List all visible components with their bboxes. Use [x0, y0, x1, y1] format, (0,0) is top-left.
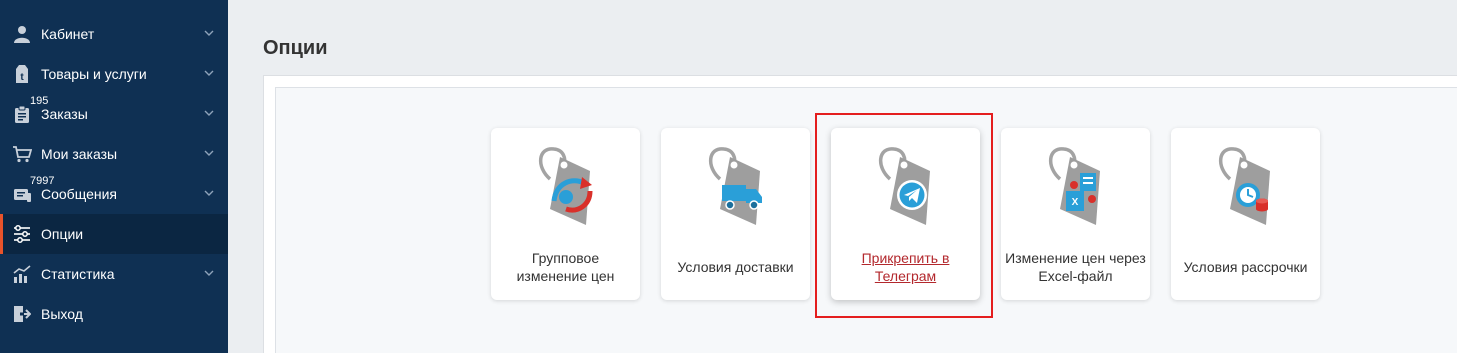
orders-clipboard-icon	[12, 104, 32, 124]
sidebar-item-label: Статистика	[41, 266, 115, 282]
sidebar-item-label: Товары и услуги	[41, 66, 147, 82]
selection-highlight	[815, 113, 993, 318]
sidebar-item-cabinet[interactable]: Кабинет	[0, 14, 228, 54]
card-label: Изменение цен через Excel-файл	[1005, 250, 1146, 284]
option-card-group-price-change[interactable]: Групповое изменение цен	[491, 128, 640, 300]
sidebar-item-label: Опции	[41, 226, 84, 242]
sidebar-item-messages[interactable]: 7997 Сообщения	[0, 174, 228, 214]
installment-icon	[1219, 147, 1270, 225]
chevron-down-icon	[204, 70, 214, 76]
sidebar-item-label: Сообщения	[41, 186, 117, 202]
option-card-installment-terms[interactable]: Условия рассрочки	[1171, 128, 1320, 300]
sidebar-item-logout[interactable]: Выход	[0, 294, 228, 334]
sidebar-item-my-orders[interactable]: Мои заказы	[0, 134, 228, 174]
group-price-change-icon	[539, 147, 593, 225]
card-label: Условия доставки	[677, 259, 794, 275]
sidebar: Кабинет t Товары и услуги 195 Заказы Мои…	[0, 0, 228, 353]
sidebar-item-label: Заказы	[41, 106, 88, 122]
chevron-down-icon	[204, 190, 214, 196]
sidebar-item-statistics[interactable]: Статистика	[0, 254, 228, 294]
sidebar-item-label: Мои заказы	[41, 146, 118, 162]
products-tag-icon: t	[12, 64, 32, 84]
card-label: Условия рассрочки	[1183, 259, 1308, 275]
sidebar-item-products[interactable]: t Товары и услуги	[0, 54, 228, 94]
sidebar-item-label: Выход	[41, 306, 83, 322]
user-icon	[12, 24, 32, 44]
chevron-down-icon	[204, 30, 214, 36]
delivery-truck-icon	[709, 147, 762, 225]
sidebar-item-orders[interactable]: 195 Заказы	[0, 94, 228, 134]
chevron-down-icon	[204, 270, 214, 276]
option-card-excel-price-change[interactable]: X Изменение цен через Excel-файл	[1001, 128, 1150, 300]
statistics-chart-icon	[12, 264, 32, 284]
page-title: Опции	[263, 37, 328, 59]
options-sliders-icon	[12, 224, 32, 244]
sidebar-item-label: Кабинет	[41, 26, 95, 42]
sidebar-item-options[interactable]: Опции	[0, 214, 228, 254]
card-label: Групповое изменение цен	[516, 250, 615, 284]
chevron-down-icon	[204, 150, 214, 156]
svg-text:X: X	[1072, 197, 1079, 208]
cart-icon	[12, 144, 32, 164]
messages-icon	[12, 184, 32, 204]
option-card-delivery-terms[interactable]: Условия доставки	[661, 128, 810, 300]
logout-icon	[12, 304, 32, 324]
chevron-down-icon	[204, 110, 214, 116]
excel-price-icon: X	[1049, 147, 1100, 225]
